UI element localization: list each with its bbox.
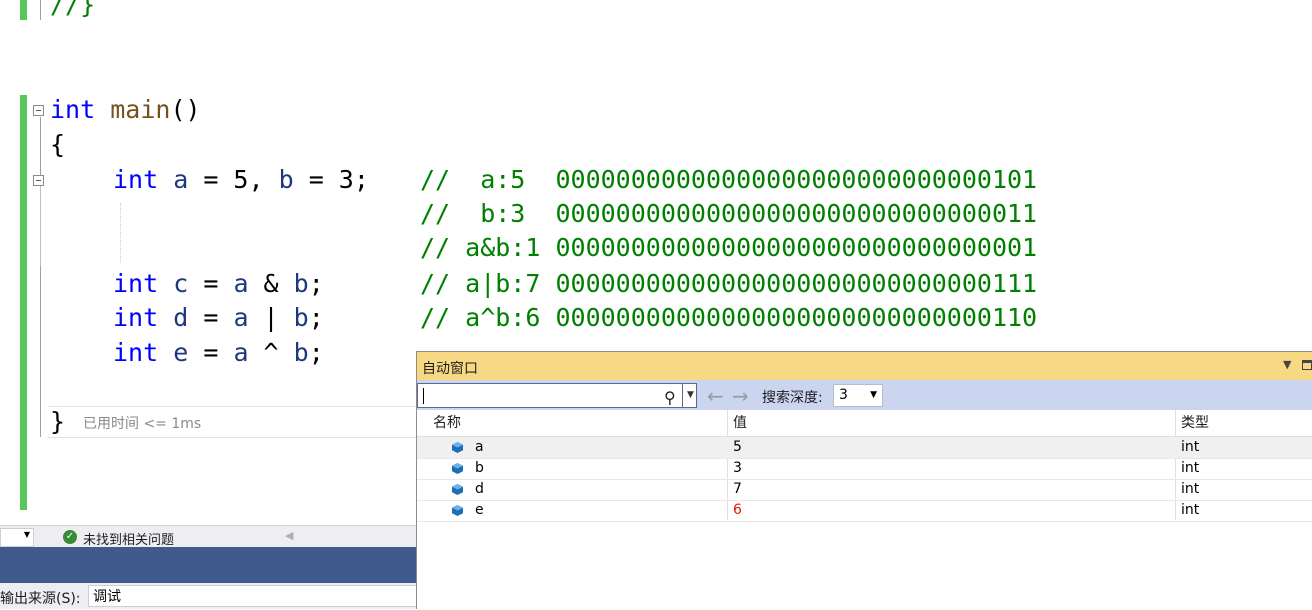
code-line-main: int main()	[50, 95, 201, 124]
row-name: b	[475, 460, 484, 476]
comment-or: // a|b:7 0000000000000000000000000000011…	[420, 269, 1038, 298]
comment-xor: // a^b:6 0000000000000000000000000000011…	[420, 303, 1038, 332]
autos-window: 自动窗口 ▼ ⚲ ▼ ← → 搜索深度: 3 ▼ 名称 值 类型 a 5 int	[416, 351, 1312, 610]
variable-icon	[452, 484, 463, 495]
search-depth-select[interactable]: 3 ▼	[833, 384, 883, 407]
variable-icon	[452, 463, 463, 474]
table-row[interactable]: a 5 int	[417, 437, 1312, 459]
code-line-e: int e = a ^ b;	[113, 338, 324, 367]
row-type: int	[1181, 460, 1200, 476]
chevron-down-icon: ▼	[870, 390, 877, 400]
back-arrow-icon[interactable]: ←	[707, 384, 724, 408]
fold-guide-inner	[40, 186, 41, 266]
table-row[interactable]: b 3 int	[417, 458, 1312, 480]
search-icon[interactable]: ⚲	[664, 388, 676, 407]
output-source-select[interactable]: 调试	[88, 585, 418, 607]
row-name: a	[475, 439, 484, 455]
row-type: int	[1181, 439, 1200, 455]
search-depth-value: 3	[839, 387, 848, 403]
column-header-value[interactable]: 值	[733, 410, 1173, 436]
indent-guide	[120, 203, 121, 263]
output-source-label: 输出来源(S):	[0, 591, 81, 607]
change-marker	[20, 95, 27, 510]
variable-icon	[452, 442, 463, 453]
chevron-down-icon: ▼	[23, 530, 30, 539]
fold-guide	[40, 0, 41, 20]
row-name: e	[475, 502, 484, 518]
collapse-comment-icon[interactable]	[33, 175, 44, 186]
check-circle-icon: ✓	[63, 530, 77, 544]
autos-title: 自动窗口	[422, 361, 478, 377]
column-header-name[interactable]: 名称	[433, 410, 723, 436]
search-input[interactable]: ⚲ ▼	[417, 383, 697, 408]
code-line-close-brace: }	[50, 407, 66, 436]
row-value-changed: 6	[733, 502, 742, 518]
text-caret	[423, 388, 424, 404]
editor-status-bar: ▼ ✓ 未找到相关问题 ◀	[0, 525, 416, 548]
change-marker	[20, 0, 27, 20]
autos-title-bar[interactable]: 自动窗口 ▼	[417, 352, 1312, 380]
row-value: 7	[733, 481, 742, 497]
code-line-c: int c = a & b;	[113, 269, 324, 298]
search-depth-label: 搜索深度:	[762, 390, 823, 406]
row-type: int	[1181, 502, 1200, 518]
code-line-prev: //}	[50, 0, 96, 19]
comment-b: // b:3 00000000000000000000000000000011	[420, 199, 1038, 228]
code-line-open-brace: {	[50, 130, 66, 159]
row-name: d	[475, 481, 484, 497]
output-toolbar: 输出来源(S): 调试	[0, 583, 418, 609]
table-row[interactable]: e 6 int	[417, 500, 1312, 522]
output-panel-header	[0, 547, 416, 583]
comment-a: // a:5 00000000000000000000000000000101	[420, 165, 1038, 194]
collapse-main-icon[interactable]	[33, 105, 44, 116]
forward-arrow-icon[interactable]: →	[732, 384, 749, 408]
issues-status[interactable]: 未找到相关问题	[83, 529, 174, 548]
scroll-left-icon[interactable]: ◀	[285, 529, 293, 542]
row-type: int	[1181, 481, 1200, 497]
elapsed-time-hint: 已用时间 <= 1ms	[83, 416, 202, 432]
maximize-icon[interactable]	[1302, 360, 1312, 370]
column-header-type[interactable]: 类型	[1181, 410, 1311, 436]
autos-toolbar: ⚲ ▼ ← → 搜索深度: 3 ▼	[417, 380, 1312, 410]
row-value: 5	[733, 439, 742, 455]
comment-and: // a&b:1 0000000000000000000000000000000…	[420, 233, 1038, 262]
zoom-select[interactable]: ▼	[0, 528, 34, 547]
fold-guide	[40, 117, 41, 437]
variable-icon	[452, 505, 463, 516]
table-row[interactable]: d 7 int	[417, 479, 1312, 501]
autos-grid: 名称 值 类型 a 5 int b 3 int d 7 int e 6 int	[417, 410, 1312, 610]
row-value: 3	[733, 460, 742, 476]
code-line-decl: int a = 5, b = 3;	[113, 165, 369, 194]
code-line-d: int d = a | b;	[113, 303, 324, 332]
chevron-down-icon[interactable]: ▼	[682, 384, 698, 407]
chevron-down-icon[interactable]: ▼	[1283, 358, 1291, 371]
